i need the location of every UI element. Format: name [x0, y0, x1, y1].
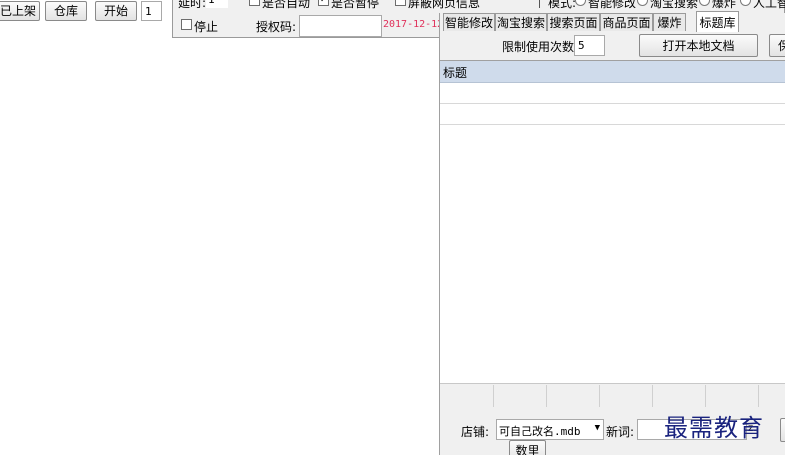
- mode-option-boom: 爆炸: [712, 0, 737, 10]
- tab-taobao-search[interactable]: 淘宝搜索: [495, 13, 547, 31]
- watermark-logo: 最需教育: [664, 414, 764, 442]
- partial-edge-button[interactable]: [780, 418, 785, 442]
- titles-table: 标题: [440, 60, 785, 405]
- status-cell: [440, 385, 494, 407]
- auth-code-input[interactable]: [299, 15, 382, 37]
- save-button-partial[interactable]: 保: [769, 34, 785, 57]
- mode-radio-taobao[interactable]: [637, 0, 648, 6]
- mode-option-ai: 人工智: [753, 0, 785, 10]
- open-local-doc-button[interactable]: 打开本地文档: [639, 34, 758, 57]
- pause-label: 是否暂停: [331, 0, 380, 10]
- status-cell: [600, 385, 653, 407]
- status-cell: [653, 385, 706, 407]
- mode-radio-smart[interactable]: [575, 0, 586, 6]
- newword-label: 新词:: [606, 425, 635, 439]
- shop-label: 店铺:: [461, 425, 490, 439]
- count-input[interactable]: 1: [141, 1, 162, 21]
- tab-title-library[interactable]: 标题库: [696, 11, 739, 32]
- tab-search-page[interactable]: 搜索页面: [547, 13, 600, 31]
- status-bar: [440, 383, 785, 407]
- column-header-title[interactable]: 标题: [440, 61, 785, 83]
- stop-checkbox[interactable]: [181, 19, 192, 30]
- listed-button[interactable]: 已上架: [0, 1, 40, 21]
- tab-boom[interactable]: 爆炸: [653, 13, 686, 31]
- panel-separator: [539, 0, 540, 8]
- count-button[interactable]: 数里: [509, 440, 546, 455]
- chevron-down-icon: ▼: [594, 423, 600, 433]
- table-row[interactable]: [440, 83, 785, 104]
- mode-option-smart: 智能修改: [588, 0, 637, 10]
- status-cell: [759, 385, 785, 407]
- mode-option-taobao: 淘宝搜索: [650, 0, 699, 10]
- limit-input[interactable]: 5: [574, 35, 605, 56]
- status-cell: [547, 385, 600, 407]
- tab-smart-modify[interactable]: 智能修改: [443, 13, 495, 31]
- mode-radio-boom[interactable]: [699, 0, 710, 6]
- auto-checkbox[interactable]: [249, 0, 260, 6]
- shop-select-value: 可自己改名.mdb: [499, 425, 581, 438]
- status-cell: [706, 385, 759, 407]
- delay-input[interactable]: 1: [206, 0, 228, 8]
- block-label: 屏蔽网页信息: [408, 0, 481, 10]
- block-checkbox[interactable]: [395, 0, 406, 6]
- auth-label: 授权码:: [256, 20, 297, 34]
- shop-select[interactable]: 可自己改名.mdb ▼: [496, 419, 604, 440]
- mode-radio-ai[interactable]: [740, 0, 751, 6]
- limit-label: 限制使用次数:: [502, 40, 579, 54]
- table-row[interactable]: [440, 104, 785, 125]
- start-button[interactable]: 开始: [95, 1, 137, 21]
- status-cell: [494, 385, 547, 407]
- auto-label: 是否自动: [262, 0, 311, 10]
- tab-product-page[interactable]: 商品页面: [600, 13, 653, 31]
- warehouse-button[interactable]: 仓库: [45, 1, 87, 21]
- pause-checkbox[interactable]: ✓: [318, 0, 329, 6]
- delay-label: 延时:: [178, 0, 207, 10]
- mode-label: 模式:: [548, 0, 577, 10]
- date-text: 2017-12-12: [383, 19, 444, 30]
- title-library-pane: 智能修改 淘宝搜索 搜索页面 商品页面 爆炸 标题库 限制使用次数: 5 打开本…: [439, 11, 785, 455]
- stop-label: 停止: [194, 20, 219, 34]
